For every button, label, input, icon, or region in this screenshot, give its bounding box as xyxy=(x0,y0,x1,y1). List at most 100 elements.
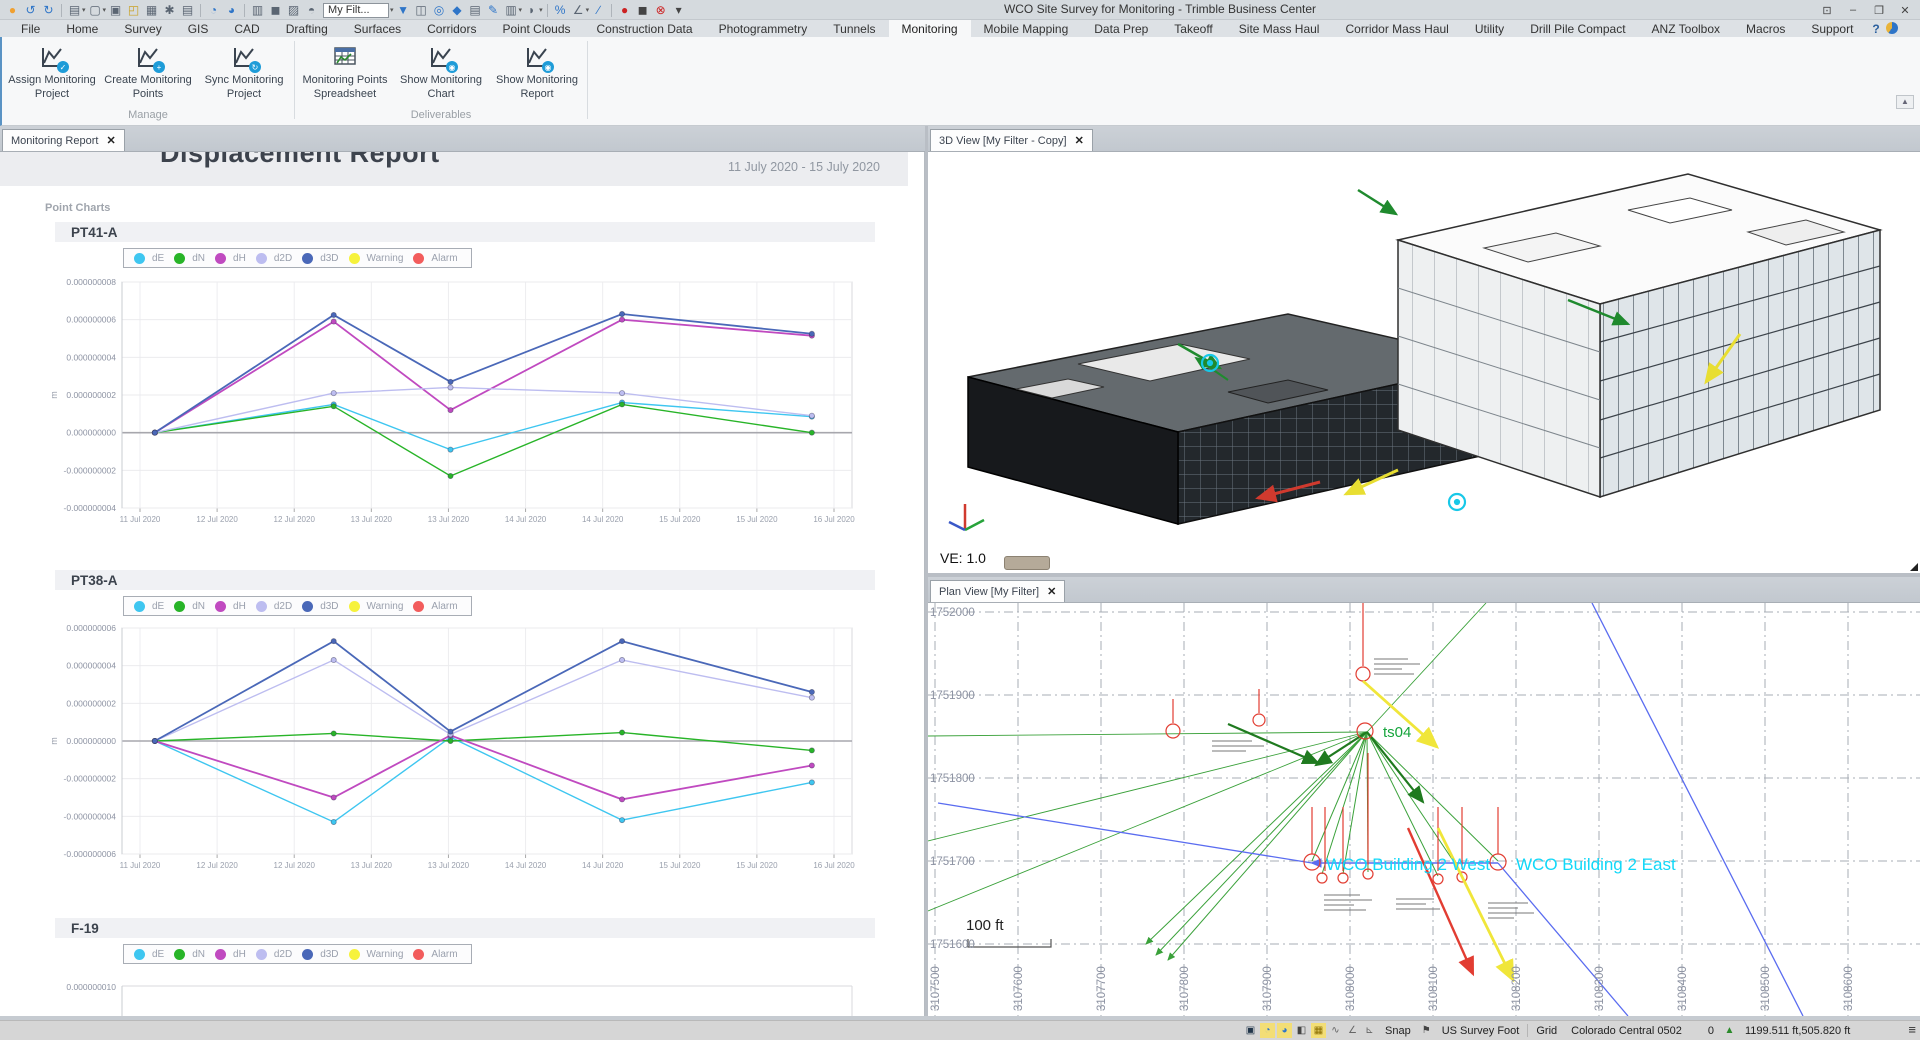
ribbon-tab-surfaces[interactable]: Surfaces xyxy=(341,20,414,37)
tab-plan-view[interactable]: Plan View [My Filter] ✕ xyxy=(930,580,1065,602)
ribbon-tab-tunnels[interactable]: Tunnels xyxy=(820,20,888,37)
ribbon-collapse-button[interactable]: ▲ xyxy=(1896,95,1914,109)
report-icon[interactable]: ▤ xyxy=(467,2,484,19)
view-3d-icon[interactable]: ◼ xyxy=(267,2,284,19)
slope-icon[interactable]: ∕ xyxy=(590,2,607,19)
ribbon-tab-anz-toolbox[interactable]: ANZ Toolbox xyxy=(1639,20,1733,37)
ribbon-tab-construction-data[interactable]: Construction Data xyxy=(584,20,706,37)
ribbon-tab-corridor-mass-haul[interactable]: Corridor Mass Haul xyxy=(1332,20,1461,37)
ribbon-tab-photogrammetry[interactable]: Photogrammetry xyxy=(706,20,821,37)
tab-3d-view[interactable]: 3D View [My Filter - Copy] ✕ xyxy=(930,129,1093,151)
close-icon[interactable]: ✕ xyxy=(1075,134,1084,147)
plan-canvas[interactable]: ts04 WCO Building 2 West WCO Building 2 … xyxy=(928,603,1920,1016)
panel-icon[interactable]: ▥ xyxy=(503,2,520,19)
minimize-button[interactable]: – xyxy=(1840,1,1866,19)
grid-label[interactable]: Grid xyxy=(1530,1025,1563,1037)
show-monitoring-report-button[interactable]: ◉Show Monitoring Report xyxy=(489,37,585,109)
chevron-down-icon[interactable]: ▾ xyxy=(103,6,107,14)
record-icon[interactable]: ● xyxy=(616,2,633,19)
settings-icon[interactable]: ✱ xyxy=(161,2,178,19)
view-image-icon[interactable]: ▨ xyxy=(285,2,302,19)
create-monitoring-points-button[interactable]: +Create Monitoring Points xyxy=(100,37,196,109)
units-label[interactable]: US Survey Foot xyxy=(1436,1025,1526,1037)
restore-button[interactable]: ❐ xyxy=(1866,1,1892,19)
close-icon[interactable]: ✕ xyxy=(1047,585,1056,598)
ribbon-tab-corridors[interactable]: Corridors xyxy=(414,20,489,37)
resize-corner-icon[interactable] xyxy=(1910,563,1918,571)
close-session-icon[interactable]: ⊗ xyxy=(652,2,669,19)
undo-icon[interactable]: ↺ xyxy=(22,2,39,19)
ribbon-tab-mobile-mapping[interactable]: Mobile Mapping xyxy=(971,20,1082,37)
chevron-down-icon[interactable]: ▾ xyxy=(586,6,590,14)
overflow-icon[interactable]: ▾ xyxy=(670,2,687,19)
properties-icon[interactable]: ▤ xyxy=(179,2,196,19)
background-processes-icon[interactable]: ◧ xyxy=(1294,1023,1309,1038)
ribbon-tab-support[interactable]: Support xyxy=(1798,20,1866,37)
show-monitoring-chart-button[interactable]: ◉Show Monitoring Chart xyxy=(393,37,489,109)
view-filter-box[interactable]: My Filt... xyxy=(323,3,389,18)
new-project-icon[interactable]: ▢ xyxy=(87,2,104,19)
units-flag-icon[interactable]: ⚑ xyxy=(1419,1023,1434,1038)
add-file-icon[interactable]: ▣ xyxy=(107,2,124,19)
measure-icon[interactable]: ∠ xyxy=(570,2,587,19)
sync-upload-icon[interactable]: ◔ xyxy=(205,2,222,19)
import-pending-icon[interactable]: ◔ xyxy=(1260,1023,1275,1038)
displacement-chart-f19-partial[interactable]: 0.000000010 xyxy=(45,970,860,1016)
surface-icon[interactable]: ◗ xyxy=(523,2,540,19)
east-building[interactable] xyxy=(1398,174,1880,497)
chevron-down-icon[interactable]: ▾ xyxy=(539,6,543,14)
sync-monitoring-project-button[interactable]: ↻Sync Monitoring Project xyxy=(196,37,292,109)
ribbon-tab-takeoff[interactable]: Takeoff xyxy=(1161,20,1225,37)
coordinate-system-label[interactable]: Colorado Central 0502 xyxy=(1565,1025,1688,1037)
ortho-snap-icon[interactable]: ⊾ xyxy=(1362,1023,1377,1038)
ribbon-tab-home[interactable]: Home xyxy=(53,20,111,37)
3d-model-canvas[interactable] xyxy=(928,152,1920,573)
percent-icon[interactable]: % xyxy=(552,2,569,19)
angle-snap-icon[interactable]: ∠ xyxy=(1345,1023,1360,1038)
horizontal-splitter[interactable] xyxy=(928,573,1920,577)
selection-sets-icon[interactable]: ◫ xyxy=(413,2,430,19)
account-globe-icon[interactable] xyxy=(1886,22,1898,34)
3d-view-panel[interactable]: VE: 1.0 xyxy=(928,152,1920,573)
ribbon-tab-file[interactable]: File xyxy=(8,20,53,37)
close-button[interactable]: ✕ xyxy=(1892,1,1918,19)
redo-icon[interactable]: ↻ xyxy=(40,2,57,19)
app-logo-icon[interactable]: ● xyxy=(4,2,21,19)
open-project-icon[interactable]: ◰ xyxy=(125,2,142,19)
status-menu-icon[interactable]: ≡ xyxy=(1908,1022,1916,1037)
grid-toggle-icon[interactable]: ▦ xyxy=(1311,1023,1326,1038)
displacement-chart-pt41a[interactable]: 11 Jul 202012 Jul 202012 Jul 202013 Jul … xyxy=(45,274,860,536)
internet-download-icon[interactable]: ◕ xyxy=(1277,1023,1292,1038)
chevron-down-icon[interactable]: ▾ xyxy=(519,6,523,14)
project-explorer-icon[interactable]: ▥ xyxy=(249,2,266,19)
viewport-widget[interactable] xyxy=(1004,556,1050,570)
stop-icon[interactable]: ◼ xyxy=(634,2,651,19)
assign-monitoring-project-button[interactable]: ✓Assign Monitoring Project xyxy=(4,37,100,109)
ribbon-tab-utility[interactable]: Utility xyxy=(1462,20,1517,37)
ribbon-tab-point-clouds[interactable]: Point Clouds xyxy=(489,20,583,37)
tab-monitoring-report[interactable]: Monitoring Report ✕ xyxy=(2,129,125,151)
ribbon-tab-gis[interactable]: GIS xyxy=(175,20,222,37)
close-icon[interactable]: ✕ xyxy=(106,134,115,147)
view-manager-icon[interactable]: ◓ xyxy=(303,2,320,19)
snap-label[interactable]: Snap xyxy=(1379,1025,1417,1037)
select-by-icon[interactable]: ◎ xyxy=(431,2,448,19)
chevron-down-icon[interactable]: ▾ xyxy=(390,6,394,14)
ribbon-tab-drill-pile-compact[interactable]: Drill Pile Compact xyxy=(1517,20,1638,37)
view-filter-icon[interactable]: ▼ xyxy=(395,2,412,19)
ribbon-tab-macros[interactable]: Macros xyxy=(1733,20,1798,37)
command-pane-icon[interactable]: ▣ xyxy=(1243,1023,1258,1038)
ribbon-tab-cad[interactable]: CAD xyxy=(221,20,272,37)
cube-select-icon[interactable]: ◆ xyxy=(449,2,466,19)
ribbon-tab-site-mass-haul[interactable]: Site Mass Haul xyxy=(1226,20,1333,37)
monitoring-points-spreadsheet-button[interactable]: Monitoring Points Spreadsheet xyxy=(297,37,393,109)
ribbon-tab-data-prep[interactable]: Data Prep xyxy=(1081,20,1161,37)
running-snap-icon[interactable]: ∿ xyxy=(1328,1023,1343,1038)
ribbon-tab-survey[interactable]: Survey xyxy=(111,20,174,37)
ribbon-tab-drafting[interactable]: Drafting xyxy=(273,20,341,37)
monitoring-report-panel[interactable]: Displacement Report 11 July 2020 - 15 Ju… xyxy=(0,152,925,1016)
displacement-chart-pt38a[interactable]: 11 Jul 202012 Jul 202012 Jul 202013 Jul … xyxy=(45,620,860,882)
target-height-icon[interactable]: ▲ xyxy=(1722,1023,1737,1038)
help-icon[interactable]: ? xyxy=(1872,20,1879,37)
chevron-down-icon[interactable]: ▾ xyxy=(82,6,86,14)
